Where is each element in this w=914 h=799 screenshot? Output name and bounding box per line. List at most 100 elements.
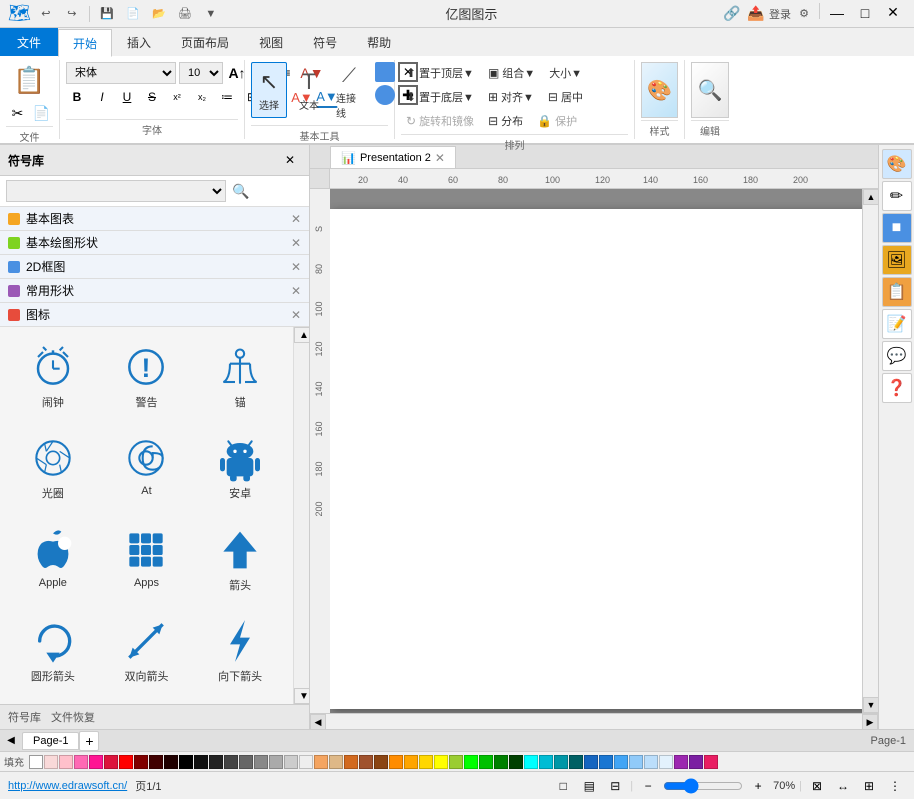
cut-icon[interactable]: ✂: [7, 102, 29, 124]
view-page-button[interactable]: ▤: [578, 775, 600, 797]
fit-page-button[interactable]: ⊠: [806, 775, 828, 797]
tab-page-layout[interactable]: 页面布局: [166, 28, 244, 56]
help-right-button[interactable]: ❓: [882, 373, 912, 403]
save-button[interactable]: 💾: [96, 3, 118, 25]
open-button[interactable]: 📂: [148, 3, 170, 25]
symbol-cat-basic-shape[interactable]: 基本绘图形状 ✕: [0, 231, 309, 255]
symbol-arrow-two[interactable]: 双向箭头: [102, 609, 192, 696]
cat-close-basic-shape[interactable]: ✕: [291, 236, 301, 250]
cat-close-2d[interactable]: ✕: [291, 260, 301, 274]
protect-button[interactable]: 🔒 保护: [532, 110, 582, 132]
doc-right-button[interactable]: 📝: [882, 309, 912, 339]
print-button[interactable]: 🖨: [174, 3, 196, 25]
color-right-button[interactable]: ■: [882, 213, 912, 243]
copy-icon[interactable]: 📄: [31, 102, 53, 124]
page-tab-1[interactable]: Page-1: [22, 732, 79, 750]
send-back-button[interactable]: ⬇ 置于底层▼: [401, 86, 479, 108]
shape-circle-button[interactable]: [375, 85, 395, 105]
font-size-select[interactable]: 10: [179, 62, 223, 84]
page-add-button[interactable]: +: [79, 731, 99, 751]
maximize-button[interactable]: □: [852, 3, 878, 23]
distribute-button[interactable]: ⊟ 分布: [483, 110, 528, 132]
paste-button[interactable]: 📋: [6, 62, 52, 99]
symbol-anchor[interactable]: 锚: [195, 335, 285, 422]
symbol-cat-common-shape[interactable]: 常用形状 ✕: [0, 279, 309, 303]
connector-tool-button[interactable]: ⟋ 连接线: [331, 62, 367, 123]
tab-help[interactable]: 帮助: [352, 28, 406, 56]
pencil-right-button[interactable]: ✏: [882, 181, 912, 211]
symbol-aperture[interactable]: 光圈: [8, 426, 98, 513]
tab-insert[interactable]: 插入: [112, 28, 166, 56]
view-normal-button[interactable]: □: [552, 775, 574, 797]
share-icon[interactable]: 🔗: [721, 3, 743, 25]
shape-rect-button[interactable]: [375, 62, 395, 82]
symbol-at[interactable]: At: [102, 426, 192, 513]
rotate-button[interactable]: ↻ 旋转和镜像: [401, 110, 479, 132]
symbol-scroll-down-button[interactable]: ▼: [294, 688, 309, 704]
symbol-category-select[interactable]: [6, 180, 226, 202]
text-tool-button[interactable]: T 文本: [291, 62, 327, 118]
tab-symbol[interactable]: 符号: [298, 28, 352, 56]
symbol-arrow-circle[interactable]: 圆形箭头: [8, 609, 98, 696]
symbol-search-button[interactable]: 🔍: [230, 180, 252, 202]
tab-file[interactable]: 文件: [0, 28, 58, 56]
clipboard-right-button[interactable]: 📋: [882, 277, 912, 307]
undo-button[interactable]: ↩: [35, 3, 57, 25]
symbol-cat-2d[interactable]: 2D框图 ✕: [0, 255, 309, 279]
edit-panel-button[interactable]: 🔍: [691, 62, 729, 118]
chat-right-button[interactable]: 💬: [882, 341, 912, 371]
bring-front-button[interactable]: ⬆ 置于顶层▼: [401, 62, 479, 84]
italic-button[interactable]: I: [91, 86, 113, 108]
image-right-button[interactable]: 🖼: [882, 245, 912, 275]
select-tool-button[interactable]: ↖ 选择: [251, 62, 287, 118]
more-button[interactable]: ▼: [200, 3, 222, 25]
canvas-viewport[interactable]: [330, 189, 862, 713]
status-link[interactable]: http://www.edrawsoft.cn/: [8, 780, 127, 792]
cat-close-icon[interactable]: ✕: [291, 308, 301, 322]
zoom-slider[interactable]: [663, 778, 743, 794]
symbol-library-link[interactable]: 符号库: [8, 709, 41, 725]
symbol-android[interactable]: 安卓: [195, 426, 285, 513]
new-button[interactable]: 📄: [122, 3, 144, 25]
zoom-out-button[interactable]: −: [637, 775, 659, 797]
redo-button[interactable]: ↪: [61, 3, 83, 25]
tab-view[interactable]: 视图: [244, 28, 298, 56]
login-button[interactable]: 登录: [769, 3, 791, 25]
group-button[interactable]: ▣ 组合▼: [483, 62, 540, 84]
list-button[interactable]: ≔: [216, 86, 238, 108]
underline-button[interactable]: U: [116, 86, 138, 108]
strikethrough-button[interactable]: S: [141, 86, 163, 108]
style-right-button[interactable]: 🎨: [882, 149, 912, 179]
symbol-arrow-up[interactable]: 箭头: [195, 518, 285, 605]
grid-button[interactable]: ⊞: [858, 775, 880, 797]
superscript-button[interactable]: x²: [166, 86, 188, 108]
tab-home[interactable]: 开始: [58, 29, 112, 57]
symbol-alarm[interactable]: 闹钟: [8, 335, 98, 422]
size-button[interactable]: 大小▼: [544, 62, 587, 84]
symbol-warning[interactable]: ! 警告: [102, 335, 192, 422]
symbol-apps[interactable]: Apps: [102, 518, 192, 605]
cat-close-basic-chart[interactable]: ✕: [291, 212, 301, 226]
settings-icon[interactable]: ⚙: [793, 3, 815, 25]
file-restore-link[interactable]: 文件恢复: [51, 709, 95, 725]
subscript-button[interactable]: x₂: [191, 86, 213, 108]
symbol-cat-icon[interactable]: 图标 ✕: [0, 303, 309, 327]
view-fit-button[interactable]: ⊟: [604, 775, 626, 797]
minimize-button[interactable]: —: [824, 3, 850, 23]
scroll-left-button[interactable]: ◀: [310, 714, 326, 729]
close-button[interactable]: ✕: [880, 3, 906, 23]
style-panel-button[interactable]: 🎨: [641, 62, 678, 118]
bold-button[interactable]: B: [66, 86, 88, 108]
share-button[interactable]: 📤: [745, 3, 767, 25]
symbol-lightning[interactable]: 向下箭头: [195, 609, 285, 696]
font-family-select[interactable]: 宋体: [66, 62, 176, 84]
symbol-apple[interactable]: Apple: [8, 518, 98, 605]
page-nav-prev-button[interactable]: ◀: [0, 730, 22, 752]
fit-width-button[interactable]: ↔: [832, 775, 854, 797]
symbol-cat-basic-chart[interactable]: 基本图表 ✕: [0, 207, 309, 231]
cat-close-common-shape[interactable]: ✕: [291, 284, 301, 298]
more-view-button[interactable]: ⋮: [884, 775, 906, 797]
align-arrange-button[interactable]: ⊞ 对齐▼: [483, 86, 539, 108]
symbol-scroll-up-button[interactable]: ▲: [294, 327, 309, 343]
symbol-library-close-button[interactable]: ✕: [279, 149, 301, 171]
